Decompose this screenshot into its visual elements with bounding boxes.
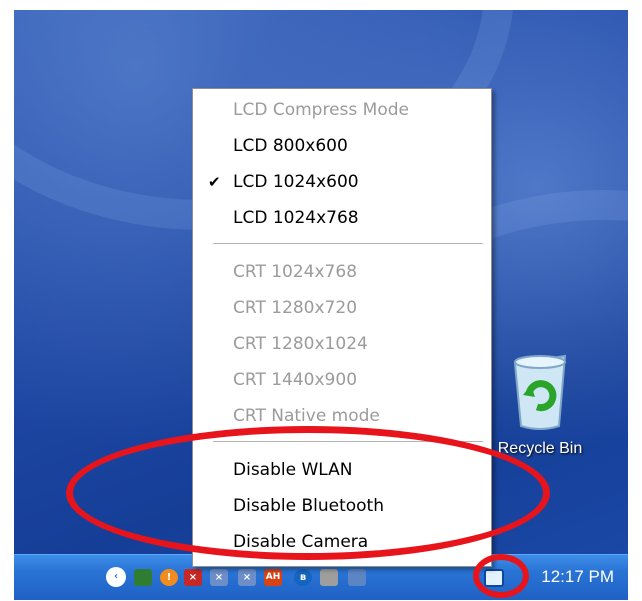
recycle-bin[interactable]: Recycle Bin	[494, 350, 586, 458]
annotation-circle-menu-options	[66, 426, 550, 560]
bluetooth-icon[interactable]: ʙ	[294, 569, 312, 586]
menu-item-lcd-1024x768[interactable]: LCD 1024x768	[233, 203, 359, 233]
menu-item-crt-1440x900: CRT 1440x900	[233, 370, 358, 390]
menu-item-crt-1024x768: CRT 1024x768	[233, 262, 358, 282]
menu-item-lcd-1024x600[interactable]: LCD 1024x600	[233, 167, 359, 197]
network-icon[interactable]	[134, 569, 152, 586]
network-icon[interactable]	[320, 569, 338, 586]
menu-separator	[213, 243, 483, 245]
show-hidden-icons-arrow[interactable]: ‹	[106, 567, 126, 587]
ah-icon[interactable]: AH	[264, 569, 282, 586]
security-alert-icon[interactable]: !	[160, 569, 178, 586]
annotation-circle-tray-icon	[473, 554, 529, 598]
menu-item-lcd-compress-mode: LCD Compress Mode	[233, 100, 409, 120]
checkmark-icon: ✔	[208, 173, 221, 191]
menu-item-crt-1280x1024: CRT 1280x1024	[233, 334, 368, 354]
display-icon[interactable]	[348, 569, 366, 586]
clock[interactable]: 12:17 PM	[541, 567, 614, 587]
network-disconnected-icon[interactable]: ×	[210, 569, 228, 586]
menu-item-lcd-800x600[interactable]: LCD 800x600	[233, 131, 348, 161]
menu-item-crt-1280x720: CRT 1280x720	[233, 298, 358, 318]
recycle-bin-icon	[513, 354, 567, 430]
network-disconnected-icon[interactable]: ×	[238, 569, 256, 586]
volume-muted-icon[interactable]: ×	[184, 569, 202, 586]
